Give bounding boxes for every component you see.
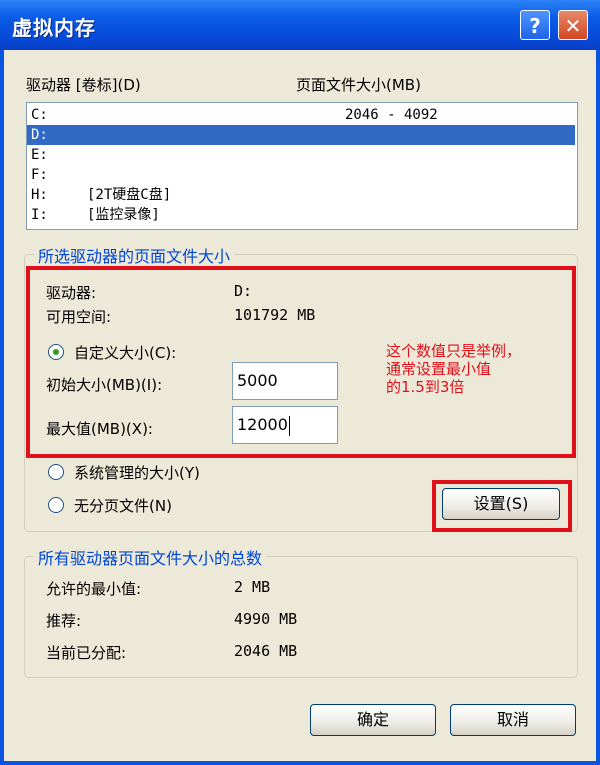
currently-allocated-value: 2046 MB (234, 642, 298, 660)
title-bar[interactable]: 虚拟内存 ? ✕ (0, 0, 600, 50)
drive-letter: E: (31, 147, 48, 163)
minimum-allowed-value: 2 MB (234, 578, 271, 596)
system-managed-radio[interactable] (48, 464, 64, 480)
drive-letter: I: (31, 207, 48, 223)
drive-column-header: 驱动器 [卷标](D) (26, 76, 141, 94)
drive-letter: F: (31, 167, 48, 183)
initial-size-label: 初始大小(MB)(I): (46, 376, 163, 394)
drive-letter: C: (31, 107, 48, 123)
ok-button[interactable]: 确定 (310, 704, 436, 736)
list-item[interactable]: I: [监控录像] (27, 205, 575, 225)
drive-volume-label: [2T硬盘C盘] (87, 187, 172, 203)
set-button[interactable]: 设置(S) (442, 488, 560, 520)
recommended-label: 推荐: (46, 612, 82, 630)
initial-size-input[interactable]: 5000 (232, 362, 338, 400)
text-caret (288, 415, 290, 436)
drive-label: 驱动器: (46, 284, 97, 302)
annotation-note: 这个数值只是举例， 通常设置最小值 的1.5到3倍 (386, 342, 521, 396)
list-item[interactable]: E: (27, 145, 575, 165)
drive-page-size: 2046 - 4092 (345, 107, 438, 123)
close-icon[interactable]: ✕ (558, 10, 588, 40)
annotation-line: 通常设置最小值 (386, 360, 492, 378)
list-item[interactable]: F: (27, 165, 575, 185)
system-managed-label[interactable]: 系统管理的大小(Y) (74, 462, 200, 483)
drive-list[interactable]: C: 2046 - 4092 D: E: F: H: [2T硬盘C盘] I: [… (26, 102, 578, 230)
minimum-allowed-label: 允许的最小值: (46, 580, 142, 598)
window-title: 虚拟内存 (12, 16, 96, 40)
initial-size-value: 5000 (237, 371, 278, 390)
list-item[interactable]: C: 2046 - 4092 (27, 105, 575, 125)
selected-drive-group-title: 所选驱动器的页面文件大小 (34, 243, 235, 267)
drive-letter: D: (31, 127, 48, 143)
drive-letter: H: (31, 187, 48, 203)
max-size-input[interactable]: 12000 (232, 406, 338, 444)
drive-volume-label: [监控录像] (87, 207, 160, 223)
totals-group-title: 所有驱动器页面文件大小的总数 (34, 545, 267, 569)
free-space-value: 101792 MB (234, 306, 316, 324)
radio-selected-dot (53, 349, 59, 355)
no-paging-file-label[interactable]: 无分页文件(N) (74, 495, 172, 516)
custom-size-label[interactable]: 自定义大小(C): (74, 342, 176, 363)
drive-value: D: (234, 282, 253, 300)
list-item[interactable]: H: [2T硬盘C盘] (27, 185, 575, 205)
free-space-label: 可用空间: (46, 308, 112, 326)
max-size-label: 最大值(MB)(X): (46, 420, 153, 438)
max-size-value: 12000 (237, 415, 288, 434)
virtual-memory-dialog: 虚拟内存 ? ✕ 驱动器 [卷标](D) 页面文件大小(MB) C: 2046 … (0, 0, 600, 765)
size-column-header: 页面文件大小(MB) (296, 76, 421, 94)
cancel-button[interactable]: 取消 (450, 704, 576, 736)
annotation-line: 这个数值只是举例， (386, 342, 522, 360)
annotation-line: 的1.5到3倍 (386, 378, 465, 396)
recommended-value: 4990 MB (234, 610, 298, 628)
list-item-selected[interactable]: D: (27, 125, 575, 145)
currently-allocated-label: 当前已分配: (46, 644, 127, 662)
no-paging-file-radio[interactable] (48, 497, 64, 513)
custom-size-radio[interactable] (48, 344, 64, 360)
help-icon[interactable]: ? (520, 10, 550, 40)
